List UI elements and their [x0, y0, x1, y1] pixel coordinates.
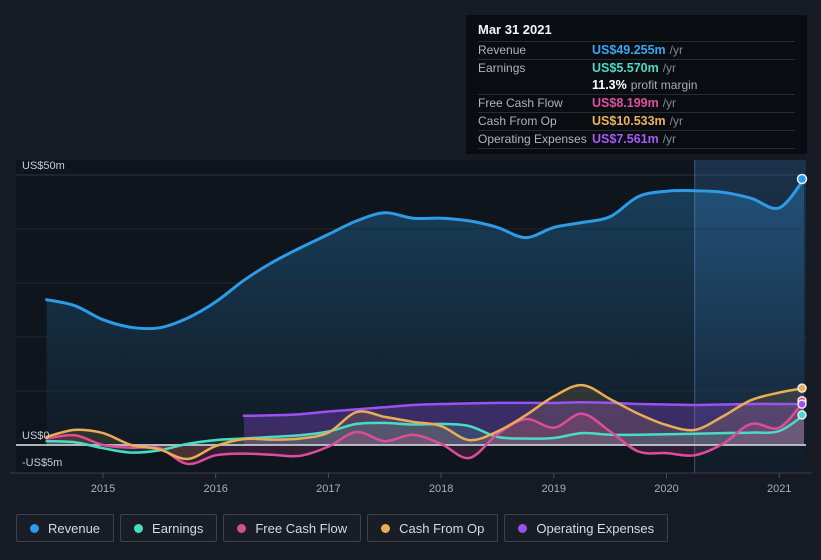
tooltip-row-revenue: Revenue US$49.255m/yr: [478, 41, 795, 59]
profit-margin-value: 11.3%: [592, 78, 627, 92]
x-axis-label: 2015: [91, 483, 115, 495]
tooltip-row-label: Cash From Op: [478, 114, 557, 128]
tooltip-row-value: US$49.255m: [592, 43, 666, 57]
tooltip-row-suffix: /yr: [669, 114, 684, 128]
legend-dot-icon: [381, 523, 391, 533]
legend-item-label: Earnings: [152, 520, 204, 536]
tooltip-date: Mar 31 2021: [478, 22, 552, 37]
endpoint-dot-earnings: [797, 410, 807, 420]
legend-item-label: Revenue: [48, 520, 101, 536]
x-axis: 2015 2016 2017 2018 2019 2020 2021: [10, 472, 812, 495]
tooltip-row-suffix: /yr: [662, 61, 677, 75]
legend-item-label: Operating Expenses: [536, 520, 655, 536]
legend-dot-icon: [518, 523, 528, 533]
legend-item-revenue[interactable]: Revenue: [16, 514, 115, 542]
tooltip-row-label: Free Cash Flow: [478, 96, 563, 110]
tooltip-rows: Revenue US$49.255m/yr Earnings US$5.570m/yr…: [478, 41, 795, 149]
legend-dot-icon: [237, 523, 247, 533]
profit-margin-label: profit margin: [630, 78, 698, 92]
tooltip-row-suffix: /yr: [669, 43, 684, 57]
tooltip-row-label: Earnings: [478, 61, 526, 75]
endpoint-dot-revenue: [796, 173, 808, 185]
tooltip-row-suffix: /yr: [662, 96, 677, 110]
tooltip-row-cash-from-op: Cash From Op US$10.533m/yr: [478, 112, 795, 130]
y-axis-label: US$50m: [22, 160, 65, 172]
y-axis-label: -US$5m: [22, 457, 62, 469]
legend-dot-icon: [134, 523, 144, 533]
chart-tooltip: Mar 31 2021 Revenue US$49.255m/yr Earnings…: [466, 15, 807, 154]
legend-item-label: Free Cash Flow: [255, 520, 348, 536]
legend-item-label: Cash From Op: [399, 520, 485, 536]
legend-item-operating-expenses[interactable]: Operating Expenses: [504, 514, 669, 542]
financials-chart-panel: 2015 2016 2017 2018 2019 2020 2021 US$50m US$0 -U…: [0, 0, 821, 560]
tooltip-row-label: Revenue: [478, 43, 527, 57]
tooltip-row-operating-expenses: Operating Expenses US$7.561m/yr: [478, 130, 795, 148]
tooltip-row-label: Operating Expenses: [478, 132, 587, 146]
legend-dot-icon: [30, 523, 39, 533]
tooltip-row-earnings: Earnings US$5.570m/yr: [478, 59, 795, 77]
tooltip-row-free-cash-flow: Free Cash Flow US$8.199m/yr: [478, 94, 795, 112]
endpoint-dot-cash-from-op: [797, 383, 807, 393]
y-axis-label: US$0: [22, 430, 50, 442]
legend-item-earnings[interactable]: Earnings: [120, 514, 218, 542]
tooltip-row-value: US$5.570m: [592, 61, 659, 75]
x-axis-label: 2020: [654, 483, 678, 495]
x-axis-label: 2017: [316, 483, 340, 495]
endpoint-dot-operating-expenses: [797, 399, 807, 409]
x-axis-label: 2018: [429, 483, 453, 495]
tooltip-row-value: US$7.561m: [592, 132, 659, 146]
tooltip-row-value: US$8.199m: [592, 96, 659, 110]
legend-item-free-cash-flow[interactable]: Free Cash Flow: [223, 514, 362, 542]
tooltip-row-value: US$10.533m: [592, 114, 666, 128]
chart-legend: Revenue Earnings Free Cash Flow Cash From O…: [16, 514, 669, 542]
tooltip-profit-margin-row: 11.3% profit margin: [478, 77, 795, 94]
x-axis-label: 2019: [542, 483, 566, 495]
x-axis-label: 2016: [203, 483, 227, 495]
x-axis-label: 2021: [767, 483, 791, 495]
tooltip-row-suffix: /yr: [662, 132, 677, 146]
legend-item-cash-from-op[interactable]: Cash From Op: [367, 514, 499, 542]
